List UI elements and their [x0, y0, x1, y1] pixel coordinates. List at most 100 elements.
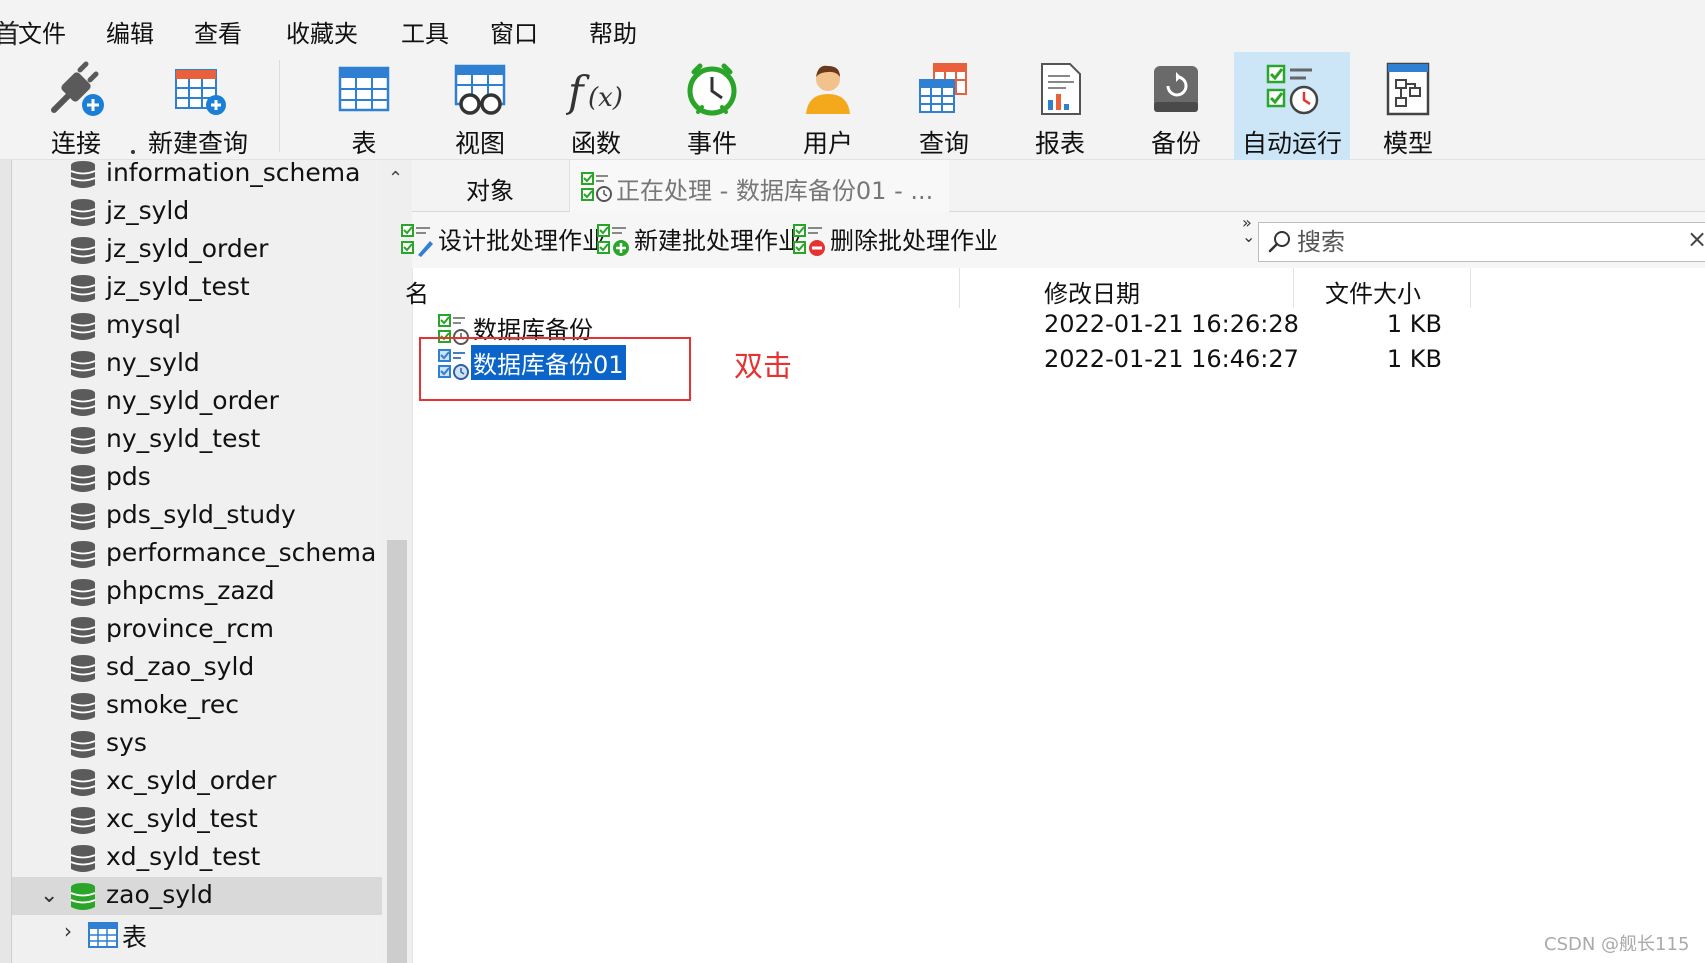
new-batch-job-button[interactable]: 新建批处理作业 [596, 221, 802, 259]
navigation-tree[interactable]: information_schema jz_syld jz_syld_order jz… [12, 160, 394, 963]
user-button[interactable]: 用户 [770, 52, 886, 160]
connect-button[interactable]: 连接 [18, 52, 134, 160]
column-name-label: 名 [405, 280, 429, 308]
tree-item-database[interactable]: xc_syld_test [12, 801, 394, 839]
tree-item-database[interactable]: information_schema [12, 160, 394, 193]
function-button[interactable]: f (x) 函数 [538, 52, 654, 160]
menu-view[interactable]: 查看 [194, 14, 242, 49]
chevron-right-icon[interactable]: › [64, 919, 72, 943]
menu-edit[interactable]: 编辑 [106, 14, 154, 49]
event-button[interactable]: 事件 [654, 52, 770, 160]
design-batch-job-icon [401, 224, 433, 257]
tree-item-database[interactable]: jz_syld [12, 193, 394, 231]
svg-text:(x): (x) [588, 83, 623, 113]
overflow-dropdown-icon: ⌄ [1242, 227, 1256, 246]
view-button[interactable]: 视图 [422, 52, 538, 160]
column-divider[interactable] [1293, 268, 1294, 308]
tree-item-database[interactable]: sys [12, 725, 394, 763]
tree-item-database[interactable]: xc_syld_order [12, 763, 394, 801]
tree-item-label: jz_syld [106, 196, 190, 225]
table-icon [88, 922, 118, 948]
column-header-name[interactable]: 名 [405, 268, 429, 308]
report-button[interactable]: 报表 [1002, 52, 1118, 160]
chevron-down-icon[interactable]: ⌄ [40, 883, 58, 908]
database-icon [70, 769, 96, 796]
row-size: 1 KB [1386, 345, 1442, 373]
column-divider[interactable] [959, 268, 960, 308]
tree-item-tables[interactable]: › 表 [12, 915, 394, 953]
menu-file[interactable]: 文件 [18, 14, 66, 49]
tree-item-label: xc_syld_order [106, 766, 277, 795]
tree-item-database[interactable]: jz_syld_order [12, 231, 394, 269]
query-button[interactable]: 查询 [886, 52, 1002, 160]
backup-label: 备份 [1150, 129, 1201, 158]
database-icon [70, 427, 96, 454]
table-button[interactable]: 表 [306, 52, 422, 160]
database-icon [70, 807, 96, 834]
column-divider[interactable] [1470, 268, 1471, 308]
tree-scrollbar-thumb[interactable] [387, 540, 407, 963]
report-label: 报表 [1034, 129, 1085, 158]
tree-item-label: mysql [106, 310, 181, 339]
tree-item-database[interactable]: ny_syld_order [12, 383, 394, 421]
search-field[interactable]: × [1258, 222, 1705, 262]
user-icon [806, 65, 850, 114]
tree-item-label: ny_syld_order [106, 386, 279, 415]
toolbar-overflow-button[interactable]: » ⌄ [1242, 215, 1256, 246]
menu-bar: 首 文件 编辑 查看 收藏夹 工具 窗口 帮助 [0, 0, 1705, 58]
tree-item-database[interactable]: xd_syld_test [12, 839, 394, 877]
tab-objects[interactable]: 对象 [412, 160, 568, 212]
search-input[interactable] [1297, 227, 1677, 257]
navicat-window: 首 文件 编辑 查看 收藏夹 工具 窗口 帮助 连接 新建查询 表 视图 f (… [0, 0, 1705, 963]
tree-item-open-database[interactable]: ⌄ zao_syld [12, 877, 394, 915]
view-icon [454, 64, 506, 115]
database-icon [70, 655, 96, 682]
database-icon [70, 275, 96, 302]
automation-icon [1266, 64, 1319, 115]
delete-batch-job-icon [793, 224, 825, 256]
row-modified: 2022-01-21 16:46:27 [1044, 345, 1299, 373]
batch-job-icon [581, 172, 612, 202]
menu-help[interactable]: 帮助 [589, 14, 637, 49]
tree-item-database[interactable]: ny_syld_test [12, 421, 394, 459]
event-label: 事件 [686, 129, 737, 158]
main-toolbar: 连接 新建查询 表 视图 f (x) 函数 事件 用户 查询 报表 备份 自动运… [0, 52, 1705, 160]
design-batch-job-button[interactable]: 设计批处理作业 [400, 221, 606, 259]
tree-item-database[interactable]: jz_syld_test [12, 269, 394, 307]
connect-dropdown-dot[interactable] [131, 150, 135, 154]
scroll-up-icon[interactable]: ⌃ [388, 168, 403, 189]
clear-search-icon[interactable]: × [1687, 225, 1705, 253]
delete-batch-job-button[interactable]: 删除批处理作业 [792, 221, 998, 259]
column-header-size[interactable]: 文件大小 [1325, 268, 1421, 308]
delete-batch-job-label: 删除批处理作业 [830, 227, 998, 255]
database-icon [70, 199, 96, 226]
tree-item-database[interactable]: mysql [12, 307, 394, 345]
tree-item-database[interactable]: ny_syld [12, 345, 394, 383]
new-query-button[interactable]: 新建查询 [140, 52, 256, 160]
menu-window[interactable]: 窗口 [490, 14, 538, 49]
tree-item-database[interactable]: phpcms_zazd [12, 573, 394, 611]
database-icon [70, 579, 96, 606]
model-button[interactable]: 模型 [1350, 52, 1466, 160]
automation-button[interactable]: 自动运行 [1234, 52, 1350, 160]
tree-item-database[interactable]: smoke_rec [12, 687, 394, 725]
database-icon [70, 617, 96, 644]
menu-tools[interactable]: 工具 [401, 14, 449, 49]
backup-button[interactable]: 备份 [1118, 52, 1234, 160]
column-header-modified[interactable]: 修改日期 [1044, 268, 1140, 308]
new-query-label: 新建查询 [147, 129, 248, 158]
menu-favorites[interactable]: 收藏夹 [286, 14, 358, 49]
view-label: 视图 [454, 129, 505, 158]
tree-item-database[interactable]: pds [12, 459, 394, 497]
new-batch-job-icon [597, 224, 629, 256]
tree-item-database[interactable]: performance_schema [12, 535, 394, 573]
tab-processing[interactable]: 正在处理 - 数据库备份01 - ... [569, 160, 949, 212]
connect-label: 连接 [50, 129, 101, 158]
tree-item-label: zao_syld [106, 880, 213, 909]
design-batch-job-label: 设计批处理作业 [438, 227, 606, 255]
tree-item-database[interactable]: pds_syld_study [12, 497, 394, 535]
window-title-fragment: 首 [0, 20, 21, 50]
tree-item-database[interactable]: sd_zao_syld [12, 649, 394, 687]
event-clock-icon [687, 63, 737, 116]
tree-item-database[interactable]: province_rcm [12, 611, 394, 649]
